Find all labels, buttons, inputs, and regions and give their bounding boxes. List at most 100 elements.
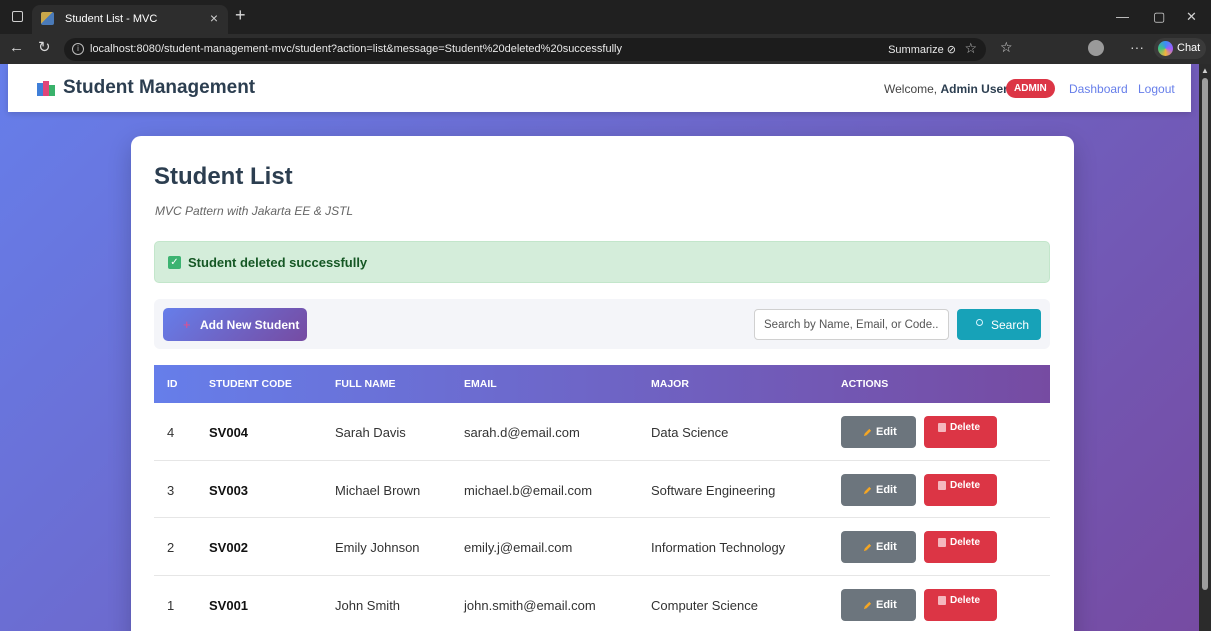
books-icon xyxy=(37,81,55,97)
site-info-icon[interactable]: i xyxy=(72,43,84,55)
collections-icon[interactable]: ☆ xyxy=(1000,40,1013,54)
brand-title[interactable]: Student Management xyxy=(63,77,255,99)
search-button[interactable]: Search xyxy=(957,309,1041,340)
restore-icon[interactable]: ▢ xyxy=(1153,10,1165,23)
cell-code: SV001 xyxy=(209,597,249,613)
summarize-button[interactable]: Summarize ⊘ xyxy=(888,43,956,56)
delete-label: Delete xyxy=(950,422,981,433)
copilot-icon xyxy=(1158,41,1173,56)
cell-major: Information Technology xyxy=(651,540,786,555)
edit-button[interactable]: Edit xyxy=(841,416,916,448)
delete-button[interactable]: Delete xyxy=(924,416,997,448)
action-bar: + Add New Student Search xyxy=(154,299,1050,349)
cell-major: Computer Science xyxy=(651,597,758,613)
dashboard-link[interactable]: Dashboard xyxy=(1069,82,1128,96)
page-scrollbar[interactable]: ▲ xyxy=(1199,64,1211,631)
pencil-icon xyxy=(863,486,872,494)
back-arrow-icon[interactable]: ← xyxy=(9,40,24,55)
cell-email: michael.b@email.com xyxy=(464,482,593,498)
cell-id: 2 xyxy=(167,540,175,555)
scrollbar-thumb[interactable] xyxy=(1202,78,1208,590)
cell-name: Emily Johnson xyxy=(335,540,420,555)
header-major: MAJOR xyxy=(651,378,689,390)
url-text[interactable]: localhost:8080/student-management-mvc/st… xyxy=(90,43,622,55)
edit-label: Edit xyxy=(876,541,897,553)
delete-label: Delete xyxy=(950,594,981,606)
cell-name: Sarah Davis xyxy=(335,425,406,440)
search-input[interactable] xyxy=(754,309,949,340)
cell-code: SV003 xyxy=(209,482,249,498)
browser-titlebar: Student List - MVC × + — ▢ ✕ xyxy=(0,0,1211,34)
header-student-code: STUDENT CODE xyxy=(209,378,292,390)
table-row: 3 SV003 Michael Brown michael.b@email.co… xyxy=(154,461,1050,518)
cell-code: SV004 xyxy=(209,425,249,440)
chat-label: Chat xyxy=(1177,42,1201,54)
page-subtitle: MVC Pattern with Jakarta EE & JSTL xyxy=(155,204,354,218)
trash-icon xyxy=(938,595,946,605)
cell-email: john.smith@email.com xyxy=(464,597,596,613)
pencil-icon xyxy=(863,428,872,437)
close-window-icon[interactable]: ✕ xyxy=(1186,10,1197,23)
logout-link[interactable]: Logout xyxy=(1138,82,1175,96)
user-name: Admin User xyxy=(940,82,1008,96)
edit-label: Edit xyxy=(876,598,897,611)
edit-button[interactable]: Edit xyxy=(841,531,916,563)
cell-code: SV002 xyxy=(209,540,249,555)
delete-button[interactable]: Delete xyxy=(924,473,997,506)
success-alert: ✓ Student deleted successfully xyxy=(154,241,1050,283)
refresh-icon[interactable]: ↻ xyxy=(38,40,51,55)
checkmark-icon: ✓ xyxy=(168,256,181,269)
header-full-name: FULL NAME xyxy=(335,378,396,390)
table-header: ID STUDENT CODE FULL NAME EMAIL MAJOR AC… xyxy=(154,365,1050,403)
cell-major: Software Engineering xyxy=(651,482,776,498)
delete-label: Delete xyxy=(950,479,981,491)
plus-icon: + xyxy=(183,317,191,332)
favorite-star-icon[interactable]: ☆ xyxy=(964,41,977,55)
cell-id: 4 xyxy=(167,425,175,440)
page-title: Student List xyxy=(154,163,293,190)
more-menu-icon[interactable]: ··· xyxy=(1130,40,1144,54)
add-student-label: Add New Student xyxy=(200,318,300,332)
sidebar-toggle-icon[interactable] xyxy=(12,11,23,22)
cell-id: 3 xyxy=(167,482,175,498)
delete-label: Delete xyxy=(950,537,981,548)
new-tab-icon[interactable]: + xyxy=(235,6,246,24)
profile-avatar-icon[interactable] xyxy=(1088,40,1104,56)
cell-email: emily.j@email.com xyxy=(464,540,573,555)
search-label: Search xyxy=(991,318,1030,332)
students-table: ID STUDENT CODE FULL NAME EMAIL MAJOR AC… xyxy=(154,365,1050,631)
add-student-button[interactable]: + Add New Student xyxy=(163,308,307,341)
delete-button[interactable]: Delete xyxy=(924,588,997,621)
cell-major: Data Science xyxy=(651,425,729,440)
cell-name: John Smith xyxy=(335,597,401,613)
role-badge: ADMIN xyxy=(1006,79,1055,98)
address-bar[interactable]: i localhost:8080/student-management-mvc/… xyxy=(64,38,986,61)
table-row: 1 SV001 John Smith john.smith@email.com … xyxy=(154,576,1050,631)
copilot-chat-button[interactable]: Chat xyxy=(1154,38,1206,59)
search-icon xyxy=(976,319,983,326)
page-viewport: Student Management Welcome, Admin User A… xyxy=(0,64,1199,631)
student-list-card: Student List MVC Pattern with Jakarta EE… xyxy=(131,136,1074,631)
trash-icon xyxy=(938,423,946,432)
trash-icon xyxy=(938,538,946,547)
cell-email: sarah.d@email.com xyxy=(464,425,580,440)
favicon-icon xyxy=(41,12,54,25)
welcome-text: Welcome, Admin User xyxy=(884,82,1008,96)
pencil-icon xyxy=(863,601,872,609)
edit-label: Edit xyxy=(876,483,897,496)
browser-tab[interactable]: Student List - MVC × xyxy=(32,5,228,34)
trash-icon xyxy=(938,480,946,490)
delete-button[interactable]: Delete xyxy=(924,531,997,563)
minimize-icon[interactable]: — xyxy=(1116,10,1129,23)
table-row: 4 SV004 Sarah Davis sarah.d@email.com Da… xyxy=(154,403,1050,461)
header-id: ID xyxy=(167,378,178,390)
edit-label: Edit xyxy=(876,426,897,438)
pencil-icon xyxy=(863,543,872,552)
close-tab-icon[interactable]: × xyxy=(210,11,218,25)
scroll-up-icon[interactable]: ▲ xyxy=(1201,66,1209,75)
tab-title: Student List - MVC xyxy=(65,13,158,25)
edit-button[interactable]: Edit xyxy=(841,588,916,621)
cell-id: 1 xyxy=(167,597,175,613)
table-row: 2 SV002 Emily Johnson emily.j@email.com … xyxy=(154,518,1050,576)
edit-button[interactable]: Edit xyxy=(841,473,916,506)
